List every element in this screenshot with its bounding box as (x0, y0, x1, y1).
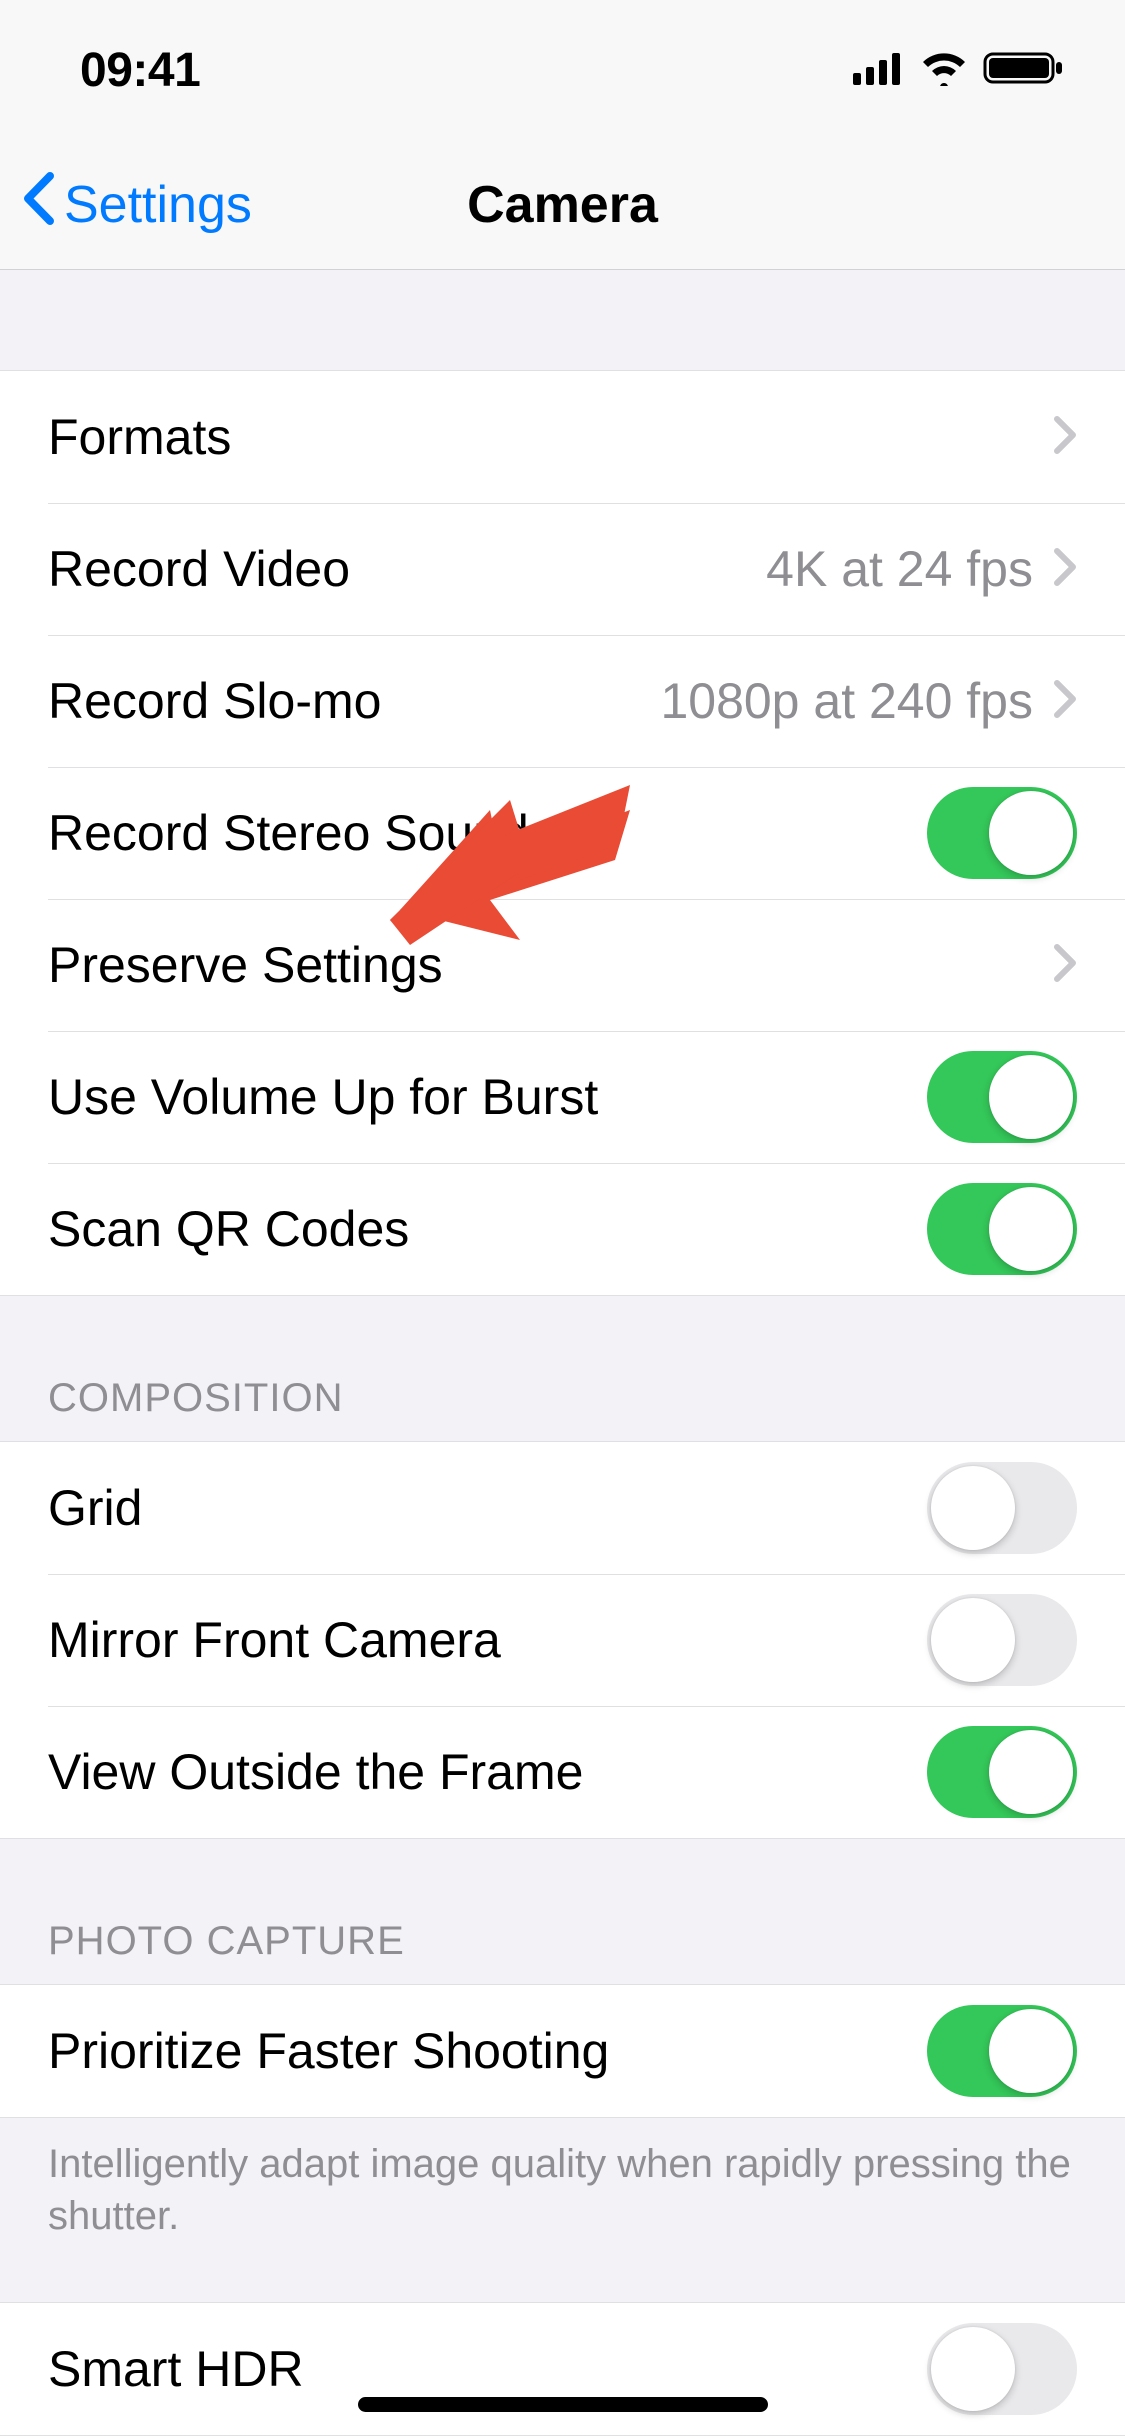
scan-qr-codes-toggle[interactable] (927, 1183, 1077, 1275)
mirror-front-camera-toggle[interactable] (927, 1594, 1077, 1686)
back-label: Settings (64, 175, 252, 235)
page-title: Camera (467, 175, 658, 235)
volume-up-burst-cell: Use Volume Up for Burst (0, 1031, 1125, 1163)
settings-group-main: Formats Record Video 4K at 24 fps Record… (0, 370, 1125, 1296)
grid-toggle[interactable] (927, 1462, 1077, 1554)
record-video-cell[interactable]: Record Video 4K at 24 fps (0, 503, 1125, 635)
record-stereo-sound-cell: Record Stereo Sound (0, 767, 1125, 899)
cell-label: Record Video (48, 540, 350, 598)
grid-cell: Grid (0, 1442, 1125, 1574)
preserve-settings-cell[interactable]: Preserve Settings (0, 899, 1125, 1031)
battery-icon (983, 50, 1065, 91)
cell-label: Grid (48, 1479, 142, 1537)
chevron-left-icon (20, 171, 58, 239)
chevron-right-icon (1053, 415, 1077, 460)
smart-hdr-cell: Smart HDR (0, 2303, 1125, 2435)
cell-label: Use Volume Up for Burst (48, 1068, 598, 1126)
prioritize-faster-shooting-toggle[interactable] (927, 2005, 1077, 2097)
cell-label: Scan QR Codes (48, 1200, 409, 1258)
cell-label: Smart HDR (48, 2340, 304, 2398)
status-bar: 09:41 (0, 0, 1125, 140)
formats-cell[interactable]: Formats (0, 371, 1125, 503)
nav-bar: Settings Camera (0, 140, 1125, 270)
prioritize-faster-shooting-cell: Prioritize Faster Shooting (0, 1985, 1125, 2117)
view-outside-frame-toggle[interactable] (927, 1726, 1077, 1818)
status-icons (853, 50, 1065, 91)
volume-up-burst-toggle[interactable] (927, 1051, 1077, 1143)
cell-label: Formats (48, 408, 231, 466)
record-slomo-cell[interactable]: Record Slo-mo 1080p at 240 fps (0, 635, 1125, 767)
home-indicator[interactable] (358, 2397, 768, 2412)
chevron-right-icon (1053, 547, 1077, 592)
settings-group-photo-capture: Prioritize Faster Shooting (0, 1984, 1125, 2118)
view-outside-frame-cell: View Outside the Frame (0, 1706, 1125, 1838)
status-time: 09:41 (80, 43, 200, 98)
scan-qr-codes-cell: Scan QR Codes (0, 1163, 1125, 1295)
settings-group-smart-hdr: Smart HDR (0, 2302, 1125, 2436)
record-stereo-sound-toggle[interactable] (927, 787, 1077, 879)
composition-header: COMPOSITION (0, 1296, 1125, 1441)
cell-value: 4K at 24 fps (766, 540, 1033, 598)
chevron-right-icon (1053, 679, 1077, 724)
prioritize-footer: Intelligently adapt image quality when r… (0, 2118, 1125, 2262)
cell-label: Mirror Front Camera (48, 1611, 501, 1669)
smart-hdr-toggle[interactable] (927, 2323, 1077, 2415)
cell-label: Prioritize Faster Shooting (48, 2022, 609, 2080)
settings-group-composition: Grid Mirror Front Camera View Outside th… (0, 1441, 1125, 1839)
back-button[interactable]: Settings (0, 171, 252, 239)
chevron-right-icon (1053, 943, 1077, 988)
cell-label: Record Slo-mo (48, 672, 381, 730)
cell-label: Preserve Settings (48, 936, 443, 994)
mirror-front-camera-cell: Mirror Front Camera (0, 1574, 1125, 1706)
cell-value: 1080p at 240 fps (660, 672, 1033, 730)
cell-label: Record Stereo Sound (48, 804, 529, 862)
photo-capture-header: PHOTO CAPTURE (0, 1839, 1125, 1984)
cell-label: View Outside the Frame (48, 1743, 583, 1801)
cellular-icon (853, 51, 905, 90)
wifi-icon (919, 50, 969, 91)
